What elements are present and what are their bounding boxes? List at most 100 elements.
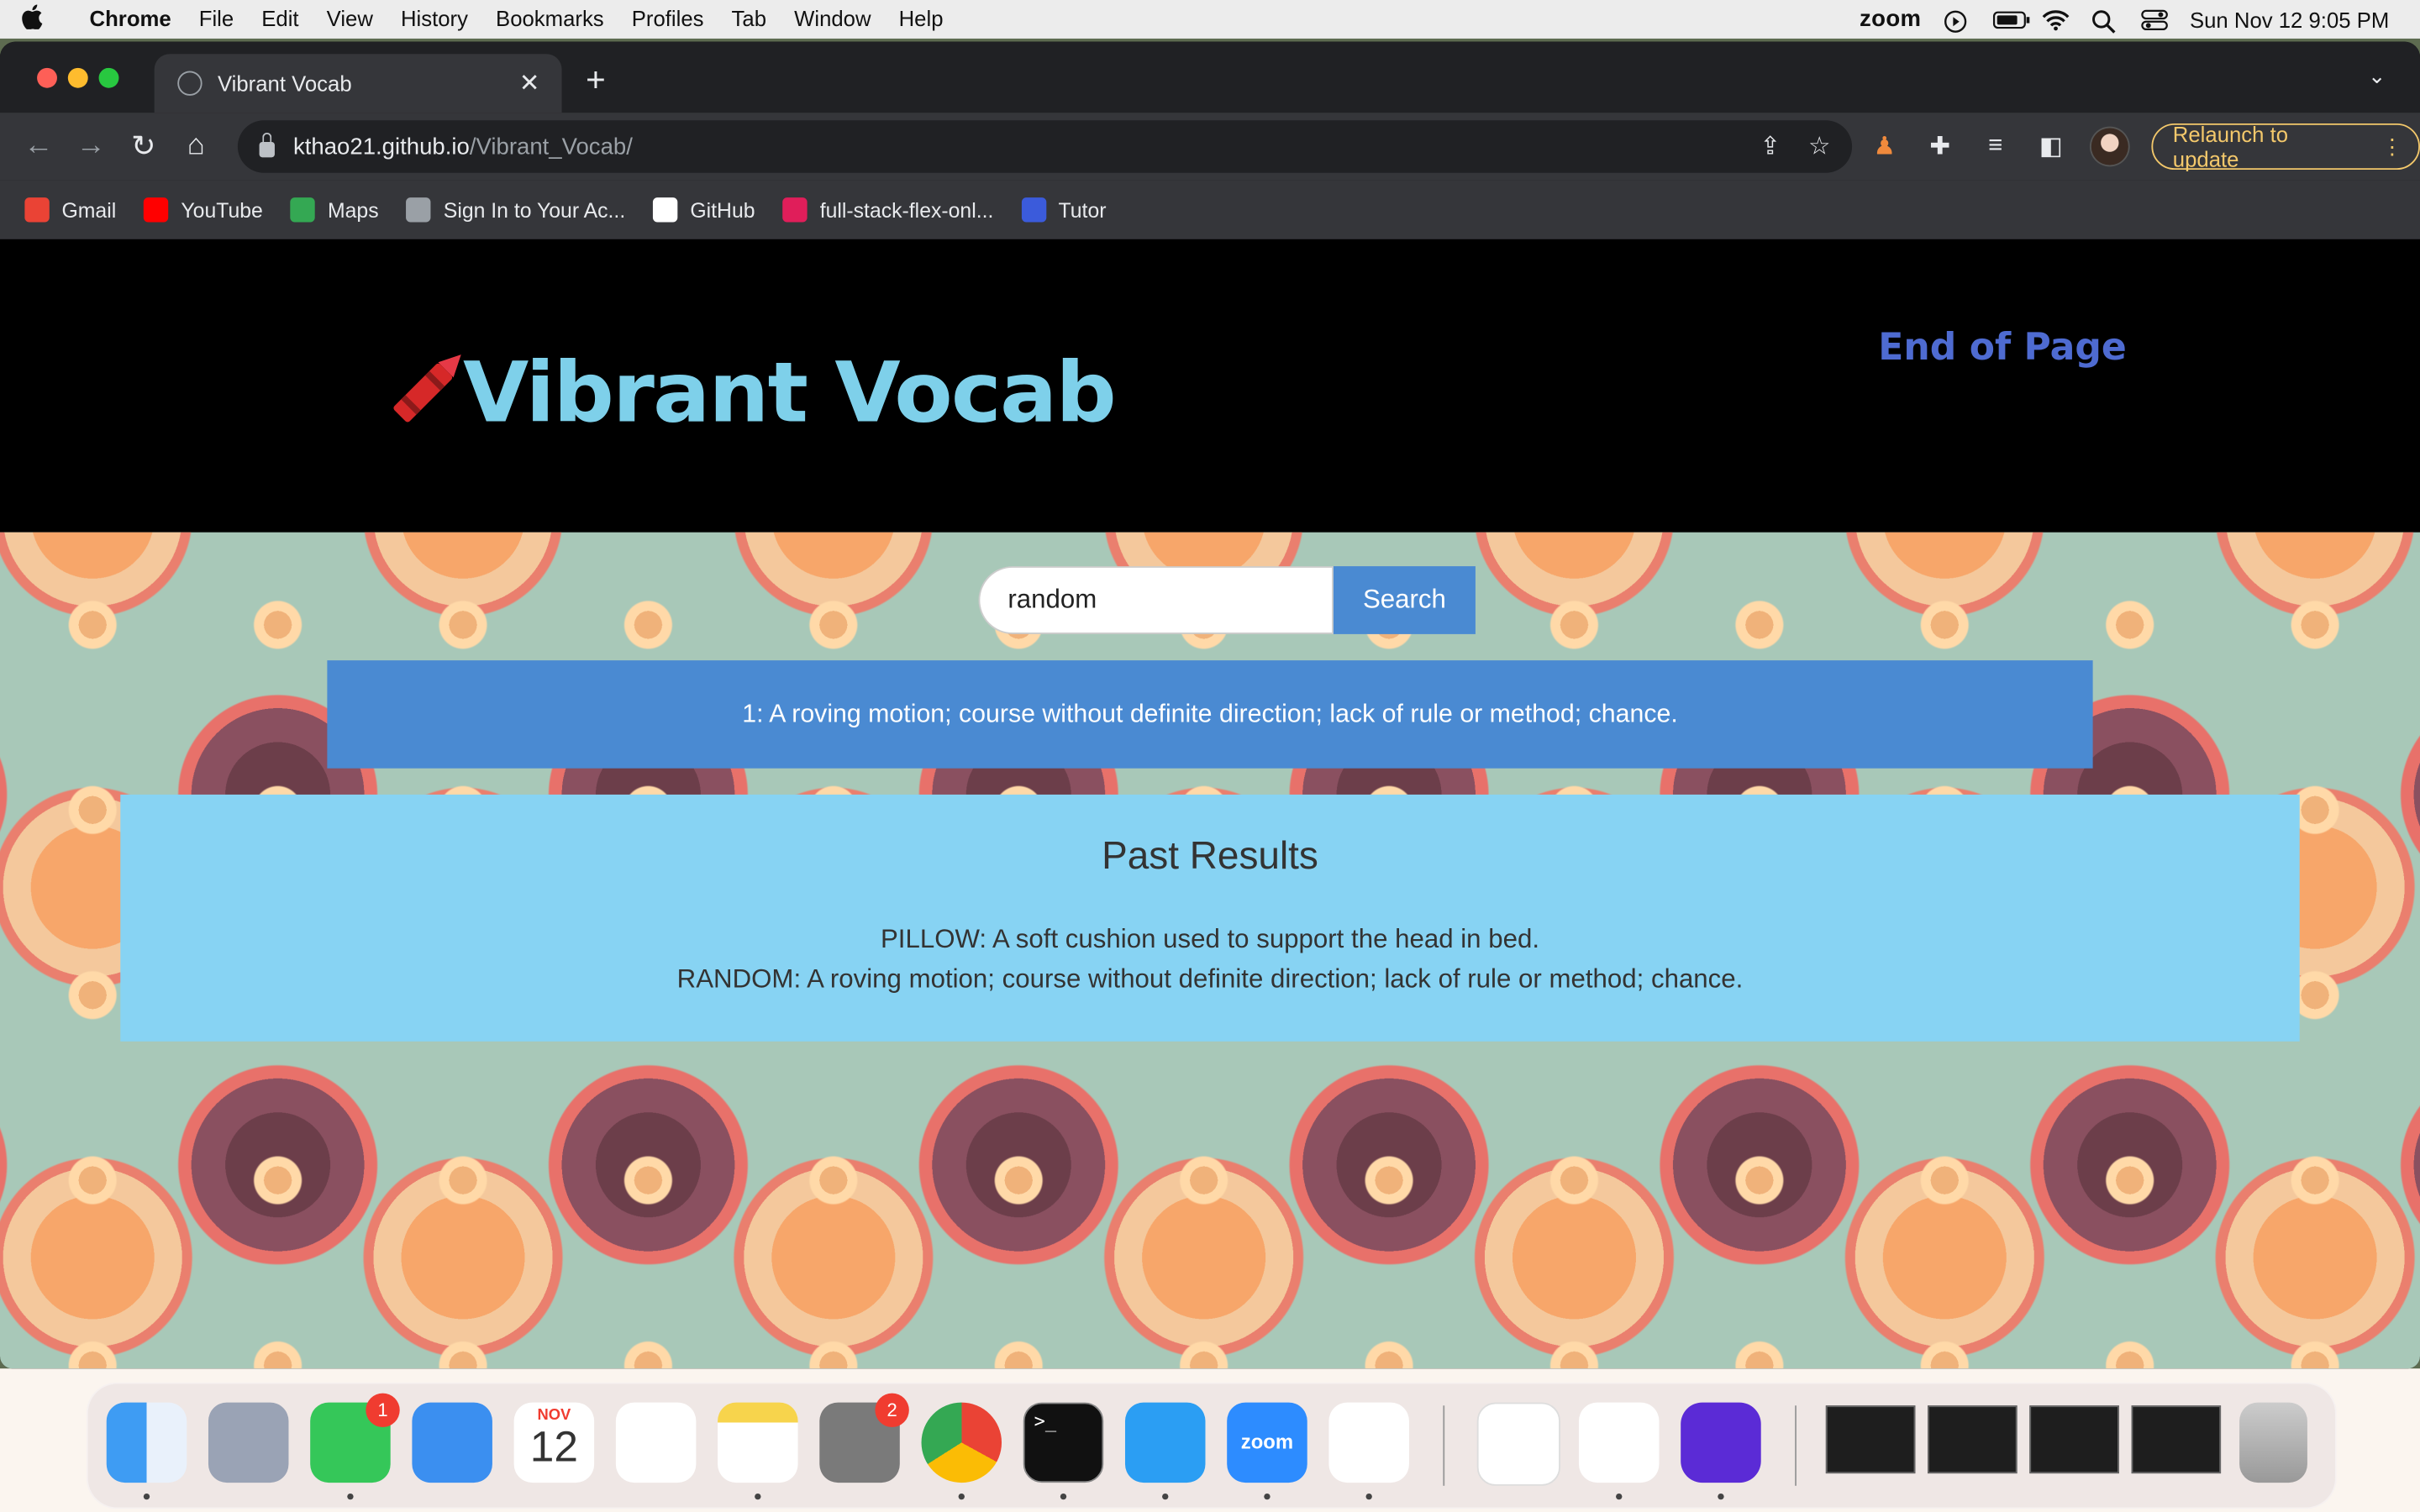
bookmark-item[interactable]: Gmail: [24, 197, 116, 223]
relaunch-button[interactable]: Relaunch to update ⋮: [2151, 122, 2420, 171]
globe-icon: [177, 71, 203, 96]
bookmark-item[interactable]: Maps: [290, 197, 379, 223]
bookmark-label: full-stack-flex-onl...: [819, 198, 994, 222]
tutor-icon: [1021, 197, 1046, 223]
definition-result: 1: A roving motion; course without defin…: [327, 660, 2093, 769]
profile-avatar[interactable]: [2089, 126, 2130, 167]
chrome-icon[interactable]: [921, 1402, 1002, 1483]
gmail-icon: [24, 197, 50, 223]
word-search-input[interactable]: [978, 566, 1334, 634]
url-host: kthao21.github.io: [292, 133, 470, 160]
system-settings-icon[interactable]: 2: [819, 1393, 909, 1483]
window-zoom-button[interactable]: [98, 67, 119, 88]
new-tab-button[interactable]: +: [577, 60, 614, 101]
dock: 1 NOV 12 2 >_ zoom: [86, 1382, 2337, 1509]
menu-edit[interactable]: Edit: [248, 0, 313, 39]
tab-search-chevron-icon[interactable]: ⌄: [2368, 63, 2386, 89]
lock-icon[interactable]: [259, 132, 275, 158]
minimized-window-thumbnail[interactable]: [1928, 1405, 2018, 1474]
window-close-button[interactable]: [37, 67, 57, 88]
chrome-window: Vibrant Vocab ✕ + ⌄ ← → ↻ ⌂ kthao21.gith…: [0, 41, 2420, 1369]
url-text[interactable]: kthao21.github.io/Vibrant_Vocab/: [293, 134, 633, 160]
menu-bookmarks[interactable]: Bookmarks: [482, 0, 618, 39]
messages-icon[interactable]: 1: [310, 1393, 400, 1483]
tab-close-icon[interactable]: ✕: [509, 68, 550, 99]
menu-window[interactable]: Window: [781, 0, 886, 39]
screen-recorder-icon[interactable]: [1681, 1402, 1761, 1483]
bookmark-item[interactable]: YouTube: [144, 197, 263, 223]
finder-icon[interactable]: [106, 1402, 187, 1483]
slack-icon[interactable]: [1328, 1402, 1409, 1483]
terminal-icon[interactable]: >_: [1023, 1402, 1104, 1483]
tab-vibrant-vocab[interactable]: Vibrant Vocab ✕: [154, 54, 562, 113]
menubar-clock[interactable]: Sun Nov 12 9:05 PM: [2190, 7, 2389, 31]
zoom-running-dot: [1264, 1493, 1270, 1500]
chrome-running-dot: [958, 1493, 965, 1500]
menu-view[interactable]: View: [313, 0, 387, 39]
share-icon[interactable]: ⇪: [1760, 131, 1781, 162]
calendar-month: NOV: [537, 1407, 571, 1425]
side-panel-icon[interactable]: ◧: [2034, 131, 2068, 162]
home-icon[interactable]: ⌂: [170, 129, 222, 163]
menu-history[interactable]: History: [387, 0, 481, 39]
past-results-list: PILLOW: A soft cushion used to support t…: [120, 920, 2299, 1000]
menu-bar: Chrome File Edit View History Bookmarks …: [0, 0, 2420, 39]
window-minimize-button[interactable]: [67, 67, 88, 88]
bookmark-item[interactable]: Tutor: [1021, 197, 1107, 223]
menu-app-name[interactable]: Chrome: [65, 0, 185, 39]
play-icon[interactable]: [1943, 8, 1970, 32]
extensions-puzzle-icon[interactable]: ✚: [1923, 131, 1957, 162]
site-header: Vibrant Vocab End of Page: [0, 239, 2420, 533]
wifi-icon[interactable]: [2042, 8, 2070, 30]
bookmark-label: Sign In to Your Ac...: [443, 198, 626, 222]
minimized-window-thumbnail[interactable]: [1825, 1405, 1916, 1474]
bookmark-item[interactable]: GitHub: [653, 197, 755, 223]
minimized-window-thumbnail[interactable]: [2131, 1405, 2222, 1474]
youtube-icon: [144, 197, 169, 223]
minimized-window-thumbnail[interactable]: [2029, 1405, 2119, 1474]
messages-running-dot: [347, 1493, 354, 1500]
forward-arrow-icon[interactable]: →: [65, 129, 117, 163]
bookmark-item[interactable]: Sign In to Your Ac...: [406, 197, 626, 223]
vscode-icon[interactable]: [1124, 1402, 1206, 1483]
bookmarks-bar: Gmail YouTube Maps Sign In to Your Ac... Git…: [0, 180, 2420, 241]
search-button[interactable]: Search: [1333, 566, 1476, 634]
bookmark-star-icon[interactable]: ☆: [1808, 131, 1830, 162]
back-arrow-icon[interactable]: ←: [13, 129, 65, 163]
notes-running-dot: [755, 1493, 761, 1500]
menu-file[interactable]: File: [185, 0, 248, 39]
reminders-icon[interactable]: [615, 1402, 697, 1483]
bookmark-item[interactable]: full-stack-flex-onl...: [782, 197, 994, 223]
mail-icon[interactable]: [412, 1402, 492, 1483]
mongodb-running-dot: [1616, 1493, 1623, 1500]
maps-icon: [290, 197, 316, 223]
menu-profiles[interactable]: Profiles: [618, 0, 718, 39]
zoom-app-icon[interactable]: zoom: [1227, 1402, 1307, 1483]
dock-separator: [1795, 1405, 1797, 1486]
notes-icon[interactable]: [718, 1402, 798, 1483]
mongodb-icon[interactable]: [1578, 1402, 1660, 1483]
calendar-icon[interactable]: NOV 12: [513, 1402, 595, 1483]
messages-badge: 1: [366, 1393, 400, 1427]
launchpad-icon[interactable]: [208, 1402, 289, 1483]
spotlight-search-icon[interactable]: [2091, 8, 2118, 33]
control-center-icon[interactable]: [2140, 8, 2168, 30]
zoom-status-icon[interactable]: zoom: [1860, 6, 1921, 32]
reload-icon[interactable]: ↻: [118, 129, 170, 164]
address-bar[interactable]: kthao21.github.io/Vibrant_Vocab/ ⇪ ☆: [237, 120, 1853, 173]
news-icon[interactable]: [1476, 1402, 1560, 1486]
vscode-running-dot: [1162, 1493, 1169, 1500]
tab-strip: Vibrant Vocab ✕ + ⌄: [0, 41, 2420, 113]
tab-title: Vibrant Vocab: [217, 71, 352, 96]
recorder-running-dot: [1718, 1493, 1724, 1500]
media-queue-icon[interactable]: ≡: [1979, 133, 2012, 160]
battery-icon[interactable]: [1992, 8, 2029, 30]
end-of-page-link[interactable]: End of Page: [1878, 326, 2127, 369]
bookmark-label: Maps: [327, 198, 379, 222]
menu-tab[interactable]: Tab: [718, 0, 781, 39]
finder-running-dot: [143, 1493, 150, 1500]
extension-tutor-icon[interactable]: ♟: [1867, 131, 1901, 162]
apple-icon[interactable]: [0, 3, 65, 35]
menu-help[interactable]: Help: [885, 0, 957, 39]
trash-icon[interactable]: [2239, 1402, 2307, 1483]
